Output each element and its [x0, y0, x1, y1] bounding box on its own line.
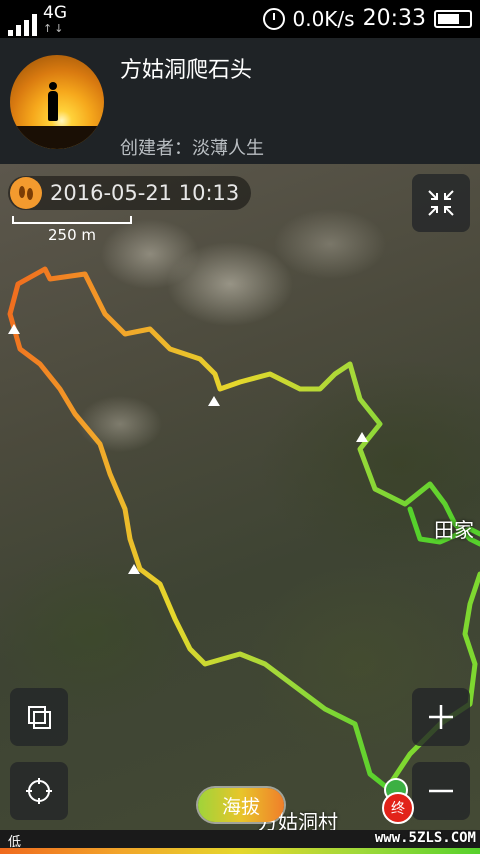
network-speed: 0.0K/s — [292, 6, 355, 31]
timestamp-chip: 2016-05-21 10:13 — [8, 176, 252, 210]
direction-arrow-icon — [8, 324, 20, 334]
track-title: 方姑洞爬石头 — [120, 58, 253, 83]
zoom-in-button[interactable] — [412, 688, 470, 746]
locate-icon — [26, 778, 52, 804]
scale-label: 250 m — [47, 226, 96, 244]
signal-icon — [8, 12, 37, 36]
map-scale: 250 m — [12, 216, 132, 244]
satellite-map[interactable]: 2016-05-21 10:13 250 m 田家 方姑洞村 终 海拔 — [0, 164, 480, 830]
locate-button[interactable] — [10, 762, 68, 820]
status-bar: 4G ↑↓ 0.0K/s 20:33 — [0, 0, 480, 38]
minus-icon — [429, 789, 453, 793]
watermark: www.5ZLS.COM — [374, 830, 476, 846]
route-line-lower — [387, 571, 480, 787]
network-arrows: ↑↓ — [43, 22, 66, 35]
avatar[interactable] — [10, 55, 104, 149]
plus-icon — [429, 705, 453, 729]
network-type: 4G — [43, 3, 67, 23]
elevation-gradient-bar — [0, 848, 480, 854]
route-line — [7, 266, 480, 793]
layers-icon — [28, 706, 51, 729]
layers-button[interactable] — [10, 688, 68, 746]
hiker-silhouette-icon — [48, 82, 58, 121]
collapse-button[interactable] — [412, 174, 470, 232]
collapse-icon — [428, 190, 454, 216]
zoom-out-button[interactable] — [412, 762, 470, 820]
creator-label: 创建者：淡薄人生 — [120, 138, 264, 159]
village-label-tianjia: 田家 — [434, 518, 474, 542]
end-marker[interactable]: 终 — [382, 792, 414, 824]
track-header: 方姑洞爬石头 创建者：淡薄人生 — [0, 38, 480, 164]
footprints-icon — [10, 177, 42, 209]
route-track — [7, 266, 480, 793]
network-indicator: 4G ↑↓ — [43, 3, 67, 36]
direction-arrow-icon — [356, 432, 368, 442]
clock: 20:33 — [362, 6, 426, 31]
battery-level — [438, 13, 459, 24]
battery-icon — [434, 9, 472, 28]
timestamp-text: 2016-05-21 10:13 — [50, 181, 240, 205]
direction-arrow-icon — [208, 396, 220, 406]
alarm-icon — [262, 7, 285, 30]
elevation-button[interactable]: 海拔 — [198, 788, 284, 822]
